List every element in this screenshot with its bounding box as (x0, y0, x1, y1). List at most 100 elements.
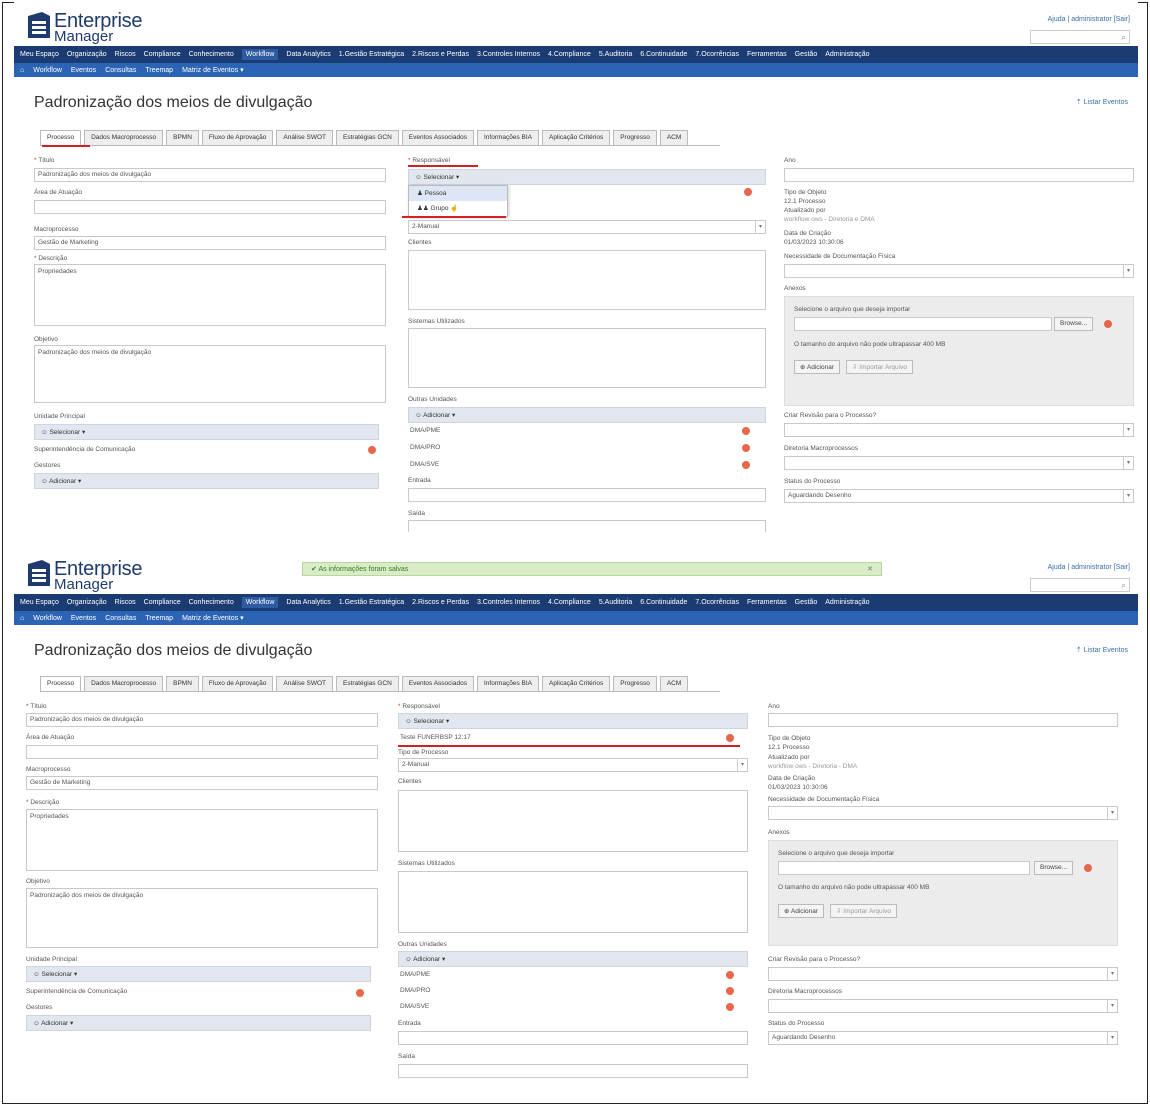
unidade-select-button[interactable]: ☺ Selecionar ▾ (26, 966, 371, 982)
nav-item[interactable]: 3.Controles Internos (477, 599, 540, 606)
remove-icon[interactable] (368, 446, 376, 454)
file-input[interactable] (778, 861, 1030, 875)
home-icon[interactable]: ⌂ (20, 67, 24, 74)
logout-link[interactable]: [Sair] (1114, 16, 1130, 23)
add-file-button[interactable]: ⊕ Adicionar (794, 360, 841, 374)
diretoria-select[interactable]: ▾ (784, 456, 1134, 470)
home-icon[interactable]: ⌂ (20, 615, 24, 622)
nav-item[interactable]: 1.Gestão Estratégica (339, 51, 404, 58)
tab[interactable]: Fluxo de Aprovação (201, 130, 274, 145)
tab[interactable]: ACM (659, 130, 689, 145)
tab[interactable]: Análise SWOT (276, 676, 333, 691)
nav-item[interactable]: Conhecimento (189, 599, 234, 606)
nav-item[interactable]: 3.Controles Internos (477, 51, 540, 58)
nav-item[interactable]: 4.Compliance (548, 51, 591, 58)
tab[interactable]: Eventos Associados (401, 130, 474, 145)
nav-item[interactable]: Meu Espaço (20, 51, 59, 58)
subnav-item[interactable]: Treemap (145, 67, 173, 74)
remove-icon[interactable] (744, 188, 752, 196)
tab[interactable]: Informações BIA (476, 676, 540, 691)
nav-item-active[interactable]: Workflow (241, 49, 279, 60)
tab-processo[interactable]: Processo (40, 130, 82, 145)
nav-item[interactable]: Conhecimento (189, 51, 234, 58)
nav-item[interactable]: 2.Riscos e Perdas (412, 51, 469, 58)
nav-item[interactable]: Organização (67, 51, 107, 58)
nav-item[interactable]: 1.Gestão Estratégica (339, 599, 404, 606)
descricao-textarea[interactable]: Propriedades (34, 264, 386, 326)
nav-item[interactable]: Gestão (795, 51, 818, 58)
remove-icon[interactable] (742, 461, 750, 469)
subnav-item[interactable]: Consultas (105, 67, 136, 74)
tab[interactable]: Estratégias GCN (336, 130, 399, 145)
tab[interactable]: BPMN (166, 676, 199, 691)
search-icon[interactable]: ⌕ (1121, 32, 1126, 43)
gestores-add-button[interactable]: ☺ Adicionar ▾ (34, 473, 379, 489)
objetivo-textarea[interactable]: Padronização dos meios de divulgação (26, 888, 378, 948)
nav-item[interactable]: Administração (825, 599, 869, 606)
titulo-field[interactable]: Padronização dos meios de divulgação (34, 168, 386, 182)
tab[interactable]: Aplicação Critérios (542, 130, 611, 145)
nav-item[interactable]: Organização (67, 599, 107, 606)
subnav-item[interactable]: Matriz de Eventos ▾ (182, 614, 243, 622)
necessidade-select[interactable]: ▾ (768, 806, 1118, 820)
tab[interactable]: Dados Macroprocesso (84, 130, 164, 145)
titulo-field[interactable]: Padronização dos meios de divulgação (26, 713, 378, 727)
nav-item[interactable]: Administração (825, 51, 869, 58)
saida-field[interactable] (408, 520, 766, 532)
search-input[interactable]: ⌕ (1030, 578, 1130, 592)
tab[interactable]: ACM (659, 676, 689, 691)
objetivo-textarea[interactable]: Padronização dos meios de divulgação (34, 345, 386, 403)
user-link[interactable]: administrator (1071, 16, 1111, 23)
subnav-item[interactable]: Eventos (71, 615, 96, 622)
list-events-link[interactable]: ⇡ Listar Eventos (1076, 646, 1128, 654)
add-file-button[interactable]: ⊕ Adicionar (778, 904, 825, 918)
tab[interactable]: Fluxo de Aprovação (201, 676, 274, 691)
tipo-processo-select[interactable]: 2-Manual ▾ (398, 758, 748, 772)
tab[interactable]: Informações BIA (476, 130, 540, 145)
clientes-textarea[interactable] (408, 250, 766, 310)
remove-icon[interactable] (1104, 320, 1112, 328)
descricao-textarea[interactable]: Propriedades (26, 809, 378, 871)
menu-item-grupo[interactable]: ♟♟ Grupo ☝ (409, 201, 507, 216)
nav-item[interactable]: Data Analytics (286, 51, 330, 58)
remove-icon[interactable] (356, 989, 364, 997)
list-events-link[interactable]: ⇡ Listar Eventos (1076, 98, 1128, 106)
sistemas-textarea[interactable] (408, 328, 766, 388)
macro-field[interactable]: Gestão de Marketing (26, 776, 378, 790)
close-icon[interactable]: ✕ (867, 565, 873, 573)
unidade-select-button[interactable]: ☺ Selecionar ▾ (34, 424, 379, 440)
nav-item[interactable]: Gestão (795, 599, 818, 606)
outras-add-button[interactable]: ☺ Adicionar ▾ (408, 407, 766, 423)
remove-icon[interactable] (726, 734, 734, 742)
import-file-button[interactable]: ⇩ Importar Arquivo (830, 904, 897, 918)
ano-field[interactable] (768, 713, 1118, 727)
nav-item[interactable]: Ferramentas (747, 599, 787, 606)
diretoria-select[interactable]: ▾ (768, 999, 1118, 1013)
user-link[interactable]: administrator (1071, 564, 1111, 571)
nav-item[interactable]: Compliance (144, 51, 181, 58)
remove-icon[interactable] (726, 987, 734, 995)
area-field[interactable] (26, 745, 378, 759)
remove-icon[interactable] (1084, 864, 1092, 872)
tipo-processo-select[interactable]: 2-Manual ▾ (408, 220, 766, 234)
tab[interactable]: Eventos Associados (401, 676, 474, 691)
subnav-item[interactable]: Eventos (71, 67, 96, 74)
nav-item[interactable]: 6.Continuidade (640, 51, 687, 58)
subnav-item[interactable]: Workflow (33, 67, 62, 74)
subnav-item[interactable]: Consultas (105, 615, 136, 622)
ano-field[interactable] (784, 168, 1134, 182)
browse-button[interactable]: Browse... (1034, 861, 1074, 875)
nav-item[interactable]: 5.Auditoria (599, 51, 632, 58)
help-link[interactable]: Ajuda (1048, 16, 1066, 23)
revisao-select[interactable]: ▾ (784, 423, 1134, 437)
file-input[interactable] (794, 317, 1052, 331)
necessidade-select[interactable]: ▾ (784, 264, 1134, 278)
status-select[interactable]: Aguardando Desenho ▾ (768, 1031, 1118, 1045)
menu-item-pessoa[interactable]: ♟ Pessoa (409, 186, 507, 201)
clientes-textarea[interactable] (398, 790, 748, 852)
tab[interactable]: BPMN (166, 130, 199, 145)
nav-item[interactable]: 5.Auditoria (599, 599, 632, 606)
search-input[interactable]: ⌕ (1030, 30, 1130, 44)
search-icon[interactable]: ⌕ (1121, 580, 1126, 591)
nav-item[interactable]: Data Analytics (286, 599, 330, 606)
